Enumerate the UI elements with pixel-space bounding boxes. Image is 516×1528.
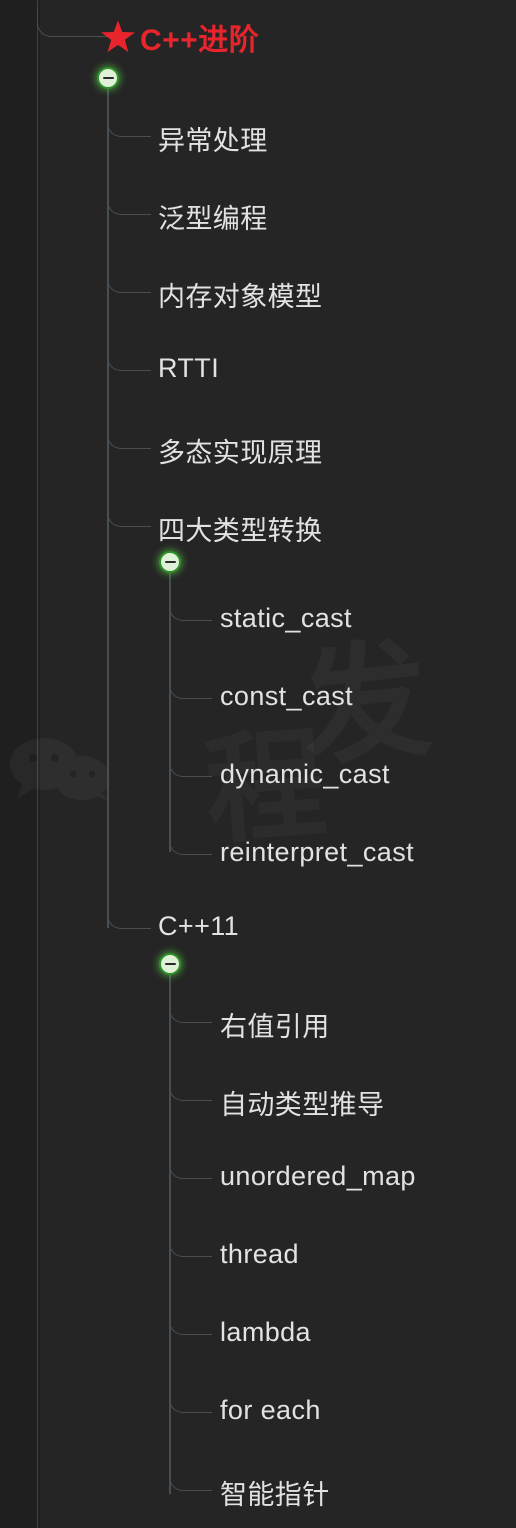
node-unordered-map[interactable]: unordered_map xyxy=(220,1161,416,1192)
connector-cpp11-6 xyxy=(169,1394,212,1413)
node-generic-programming[interactable]: 泛型编程 xyxy=(158,197,268,236)
connector-1 xyxy=(107,118,151,137)
node-thread[interactable]: thread xyxy=(220,1239,299,1270)
connector-cpp11-2 xyxy=(169,1082,212,1101)
node-static-cast[interactable]: static_cast xyxy=(220,603,352,634)
node-label: unordered_map xyxy=(220,1161,416,1191)
node-label: 多态实现原理 xyxy=(158,438,323,468)
collapse-toggle-cpp11[interactable] xyxy=(159,953,181,975)
node-exception-handling[interactable]: 异常处理 xyxy=(158,119,268,158)
node-label: dynamic_cast xyxy=(220,759,390,789)
node-label: reinterpret_cast xyxy=(220,837,414,867)
node-label: thread xyxy=(220,1239,299,1269)
trunk-cpp11 xyxy=(169,974,171,1494)
connector-cast-3 xyxy=(169,758,212,777)
node-label: 四大类型转换 xyxy=(158,516,323,546)
node-const-cast[interactable]: const_cast xyxy=(220,681,353,712)
node-label: static_cast xyxy=(220,603,352,633)
node-rtti[interactable]: RTTI xyxy=(158,353,219,384)
connector-6 xyxy=(107,508,151,527)
node-label: lambda xyxy=(220,1317,311,1347)
connector-cpp11-1 xyxy=(169,1004,212,1023)
node-label: const_cast xyxy=(220,681,354,711)
connector-2 xyxy=(107,196,151,215)
connector-cast-2 xyxy=(169,680,212,699)
mindmap-canvas: 发 程 C++进阶 异常处理 泛型编程 内存对象模型 xyxy=(0,0,516,1528)
node-label: 智能指针 xyxy=(220,1480,330,1510)
root-inbound-connector xyxy=(37,6,108,37)
node-label: 右值引用 xyxy=(220,1012,330,1042)
node-four-casts[interactable]: 四大类型转换 xyxy=(158,509,322,548)
minus-icon xyxy=(164,962,176,966)
minus-icon xyxy=(164,560,176,564)
connector-cpp11-5 xyxy=(169,1316,212,1335)
node-reinterpret-cast[interactable]: reinterpret_cast xyxy=(220,837,414,868)
connector-cpp11-4 xyxy=(169,1238,212,1257)
node-root-label: C++进阶 xyxy=(140,24,260,57)
connector-7 xyxy=(107,910,151,929)
node-label: RTTI xyxy=(158,353,220,383)
node-smart-pointer[interactable]: 智能指针 xyxy=(220,1473,330,1512)
node-label: 泛型编程 xyxy=(158,204,268,234)
node-label: C++11 xyxy=(158,911,240,941)
node-for-each[interactable]: for each xyxy=(220,1395,321,1426)
node-auto-type-deduction[interactable]: 自动类型推导 xyxy=(220,1083,384,1122)
connector-cast-4 xyxy=(169,836,212,855)
collapse-toggle-four-casts[interactable] xyxy=(159,551,181,573)
connector-cpp11-7 xyxy=(169,1472,212,1491)
connector-5 xyxy=(107,430,151,449)
connector-cpp11-3 xyxy=(169,1160,212,1179)
minus-icon xyxy=(102,76,114,80)
parent-connector-rail xyxy=(37,0,39,1528)
node-label: 自动类型推导 xyxy=(220,1090,385,1120)
collapse-toggle-root[interactable] xyxy=(97,67,119,89)
node-dynamic-cast[interactable]: dynamic_cast xyxy=(220,759,390,790)
red-star-icon xyxy=(101,20,135,53)
node-label: 内存对象模型 xyxy=(158,282,323,312)
connector-3 xyxy=(107,274,151,293)
node-label: 异常处理 xyxy=(158,126,268,156)
node-label: for each xyxy=(220,1395,321,1425)
node-rvalue-reference[interactable]: 右值引用 xyxy=(220,1005,330,1044)
node-cpp11[interactable]: C++11 xyxy=(158,911,239,942)
node-polymorphism-principle[interactable]: 多态实现原理 xyxy=(158,431,322,470)
connector-4 xyxy=(107,352,151,371)
node-lambda[interactable]: lambda xyxy=(220,1317,311,1348)
node-memory-object-model[interactable]: 内存对象模型 xyxy=(158,275,322,314)
node-root[interactable]: C++进阶 xyxy=(100,15,259,59)
connector-cast-1 xyxy=(169,602,212,621)
